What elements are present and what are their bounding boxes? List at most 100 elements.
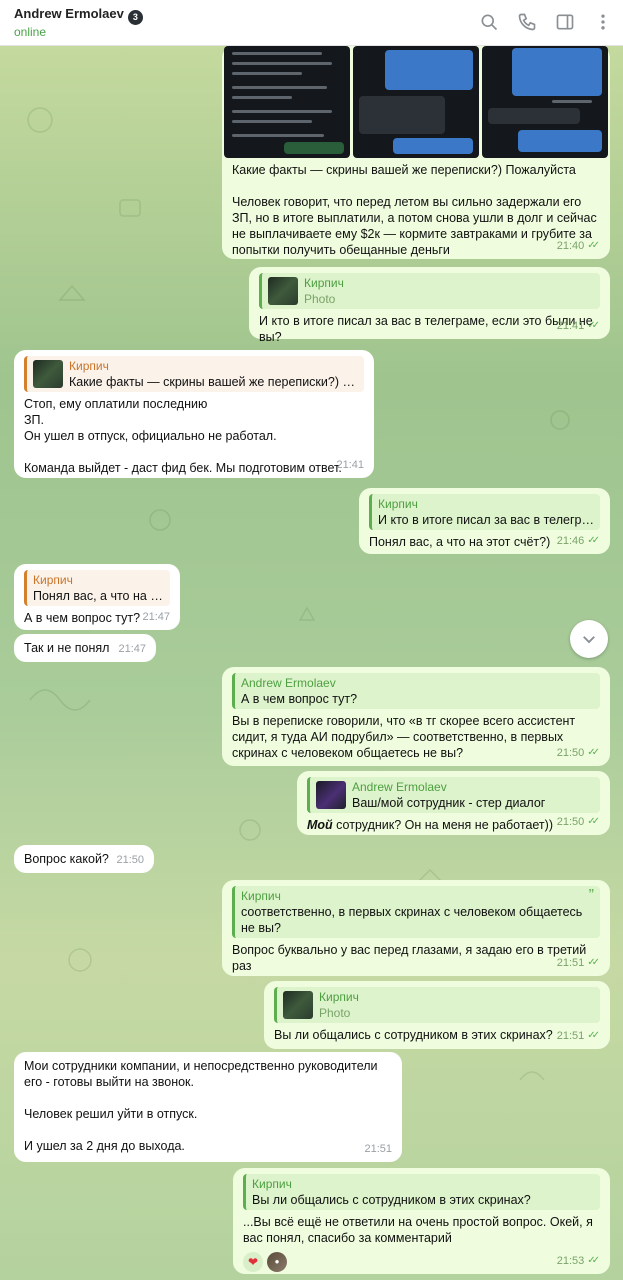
message-text: Вы ли общались с сотрудником в этих скри… xyxy=(274,1028,553,1042)
reply-text: И кто в итоге писал за вас в телегра... xyxy=(378,513,594,527)
message-time: 21:41 xyxy=(336,459,364,471)
phone-icon[interactable] xyxy=(517,12,537,32)
reply-text: Понял вас, а что на эт... xyxy=(33,589,164,603)
reply-quote[interactable]: Кирпич Вы ли общались с сотрудником в эт… xyxy=(243,1174,600,1210)
message-text-emphasis: Мой xyxy=(307,818,333,832)
reply-quote[interactable]: Кирпич И кто в итоге писал за вас в теле… xyxy=(369,494,600,530)
reply-text: Photo xyxy=(319,1006,351,1020)
quote-icon: ” xyxy=(588,887,594,904)
sidebar-toggle-icon[interactable] xyxy=(555,12,575,32)
reply-author: Кирпич xyxy=(69,359,109,373)
message-outgoing[interactable]: Кирпич И кто в итоге писал за вас в теле… xyxy=(359,488,610,554)
reply-text: Вы ли общались с сотрудником в этих скри… xyxy=(252,1193,531,1207)
reply-quote[interactable]: Andrew Ermolaev А в чем вопрос тут? xyxy=(232,673,600,709)
reply-quote[interactable]: Кирпич Понял вас, а что на эт... xyxy=(24,570,170,606)
double-check-icon: ✓✓ xyxy=(587,747,600,758)
message-list[interactable]: Какие факты — скрины вашей же переписки?… xyxy=(0,46,623,1280)
message-meta: 21:53 ✓✓ xyxy=(557,1253,600,1269)
message-time: 21:47 xyxy=(118,643,146,655)
reply-photo-thumbnail xyxy=(316,781,346,809)
message-meta: 21:51 xyxy=(364,1141,392,1157)
message-text: Вы в переписке говорили, что «в тг скоре… xyxy=(232,714,576,760)
message-meta: 21:51 ✓✓ xyxy=(557,1028,600,1044)
message-incoming[interactable]: Вопрос какой? 21:50 xyxy=(14,845,154,873)
double-check-icon: ✓✓ xyxy=(587,320,600,331)
message-outgoing[interactable]: Какие факты — скрины вашей же переписки?… xyxy=(222,46,610,259)
reply-photo-thumbnail xyxy=(268,277,298,305)
message-time: 21:50 xyxy=(556,816,585,828)
heart-icon[interactable]: ❤ xyxy=(243,1252,263,1272)
message-meta: 21:47 xyxy=(142,609,170,625)
message-meta: 21:50 ✓✓ xyxy=(557,745,600,761)
message-incoming[interactable]: Кирпич Понял вас, а что на эт... А в чем… xyxy=(14,564,180,630)
message-text: ...Вы всё ещё не ответили на очень прост… xyxy=(243,1215,593,1245)
scroll-down-button[interactable] xyxy=(570,620,608,658)
emoji-status-badge: 3 xyxy=(127,10,143,25)
contact-name[interactable]: Andrew Ermolaev 3 xyxy=(14,6,143,25)
message-meta: 21:51 ✓✓ xyxy=(557,955,600,971)
message-outgoing[interactable]: Кирпич Вы ли общались с сотрудником в эт… xyxy=(233,1168,610,1274)
header-actions xyxy=(479,12,613,32)
reply-text: А в чем вопрос тут? xyxy=(241,692,358,706)
message-text-rest: сотрудник? Он на меня не работает)) xyxy=(332,818,553,832)
message-outgoing[interactable]: Кирпич Photo И кто в итоге писал за вас … xyxy=(249,267,610,344)
message-outgoing[interactable]: Andrew Ermolaev Ваш/мой сотрудник - стер… xyxy=(297,771,610,835)
message-meta: 21:46 ✓✓ xyxy=(557,533,600,549)
contact-name-text: Andrew Ermolaev xyxy=(14,6,124,21)
message-outgoing[interactable]: ” Кирпич соответственно, в первых скрина… xyxy=(222,880,610,976)
message-time: 21:53 xyxy=(556,1255,585,1267)
message-text: Стоп, ему оплатили последнию ЗП. Он ушел… xyxy=(24,397,342,475)
message-outgoing[interactable]: Andrew Ermolaev А в чем вопрос тут? Вы в… xyxy=(222,667,610,766)
chat-header: Andrew Ermolaev 3 online xyxy=(0,0,623,46)
reply-text: Ваш/мой сотрудник - стер диалог xyxy=(352,796,546,810)
message-text: И кто в итоге писал за вас в телеграме, … xyxy=(259,314,593,344)
message-text: Вопрос буквально у вас перед глазами, я … xyxy=(232,943,587,973)
reply-author: Кирпич xyxy=(241,889,281,903)
photo-album[interactable] xyxy=(224,46,609,158)
reply-author: Кирпич xyxy=(252,1177,292,1191)
message-meta: 21:47 xyxy=(118,641,146,657)
message-time: 21:50 xyxy=(116,854,144,866)
message-incoming[interactable]: Кирпич Какие факты — скрины вашей же пер… xyxy=(14,350,374,478)
message-incoming[interactable]: Так и не понял 21:47 xyxy=(14,634,156,662)
message-time: 21:41 xyxy=(556,320,585,332)
message-meta: 21:41 ✓✓ xyxy=(557,318,600,334)
double-check-icon: ✓✓ xyxy=(587,1255,600,1266)
reactor-avatar[interactable]: ● xyxy=(267,1252,287,1272)
message-time: 21:51 xyxy=(364,1143,392,1155)
message-time: 21:51 xyxy=(556,1030,585,1042)
message-meta: 21:50 ✓✓ xyxy=(557,814,600,830)
reply-author: Andrew Ermolaev xyxy=(241,676,336,690)
reply-author: Кирпич xyxy=(378,497,418,511)
photo-thumbnail[interactable] xyxy=(353,46,479,158)
photo-thumbnail[interactable] xyxy=(224,46,350,158)
message-meta: 21:50 xyxy=(116,852,144,868)
double-check-icon: ✓✓ xyxy=(587,240,600,251)
reply-author: Кирпич xyxy=(33,573,73,587)
message-time: 21:47 xyxy=(142,611,170,623)
more-vertical-icon[interactable] xyxy=(593,12,613,32)
double-check-icon: ✓✓ xyxy=(587,1030,600,1041)
message-text: Какие факты — скрины вашей же переписки?… xyxy=(232,163,597,257)
message-meta: 21:40 ✓✓ xyxy=(557,238,600,254)
reply-quote[interactable]: ” Кирпич соответственно, в первых скрина… xyxy=(232,886,600,938)
reply-quote[interactable]: Кирпич Photo xyxy=(274,987,600,1023)
reply-text: Photo xyxy=(304,292,336,306)
search-icon[interactable] xyxy=(479,12,499,32)
message-outgoing[interactable]: Кирпич Photo Вы ли общались с сотруднико… xyxy=(264,981,610,1049)
reply-author: Andrew Ermolaev xyxy=(352,780,447,794)
online-status: online xyxy=(14,25,47,39)
reply-text: Какие факты — скрины вашей же переписки?… xyxy=(69,375,358,389)
message-incoming[interactable]: Мои сотрудники компании, и непосредствен… xyxy=(14,1052,402,1162)
double-check-icon: ✓✓ xyxy=(587,957,600,968)
photo-thumbnail[interactable] xyxy=(482,46,608,158)
reply-quote[interactable]: Кирпич Какие факты — скрины вашей же пер… xyxy=(24,356,364,392)
message-time: 21:46 xyxy=(556,535,585,547)
reply-author: Кирпич xyxy=(304,276,344,290)
message-time: 21:51 xyxy=(556,957,585,969)
reply-quote[interactable]: Andrew Ermolaev Ваш/мой сотрудник - стер… xyxy=(307,777,600,813)
reply-quote[interactable]: Кирпич Photo xyxy=(259,273,600,309)
reply-photo-thumbnail xyxy=(283,991,313,1019)
message-time: 21:40 xyxy=(556,240,585,252)
reply-photo-thumbnail xyxy=(33,360,63,388)
